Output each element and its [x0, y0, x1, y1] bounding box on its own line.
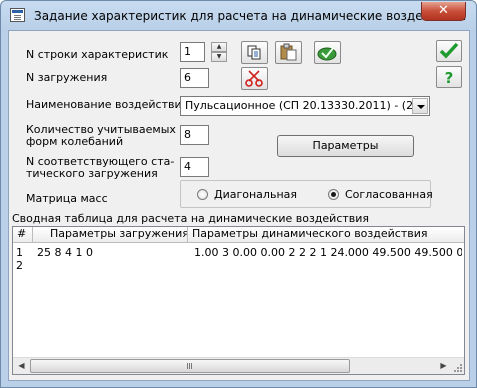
table-row[interactable]: 2 — [13, 259, 464, 272]
radio-soglasovannaya[interactable] — [328, 189, 339, 200]
column-header-load-params[interactable]: Параметры загружения — [33, 227, 188, 242]
help-icon: ? — [445, 69, 454, 87]
n-zagruzheniya-label: N загружения — [26, 71, 108, 84]
apply-button[interactable] — [314, 41, 341, 64]
copy-icon — [247, 45, 261, 60]
checkmark-icon — [439, 42, 459, 59]
paste-icon — [280, 43, 297, 61]
scroll-left-icon[interactable]: ◀ — [14, 359, 29, 373]
radio-soglasovannaya-label[interactable]: Согласованная — [345, 188, 433, 201]
n-stroki-field[interactable]: 1 — [180, 42, 205, 62]
n-sootv-field[interactable]: 4 — [180, 157, 209, 177]
horizontal-scrollbar[interactable]: ◀ ▶ — [13, 357, 464, 374]
n-stroki-spinner[interactable]: ▲ ▼ — [211, 42, 227, 62]
column-header-dynamic-params[interactable]: Параметры динамического воздействия — [188, 227, 464, 242]
dialog-window: Задание характеристик для расчета на дин… — [0, 0, 477, 388]
copy-button[interactable] — [241, 41, 268, 64]
parameters-button[interactable]: Параметры — [277, 135, 414, 157]
radio-diagonal-label[interactable]: Диагональная — [214, 188, 297, 201]
row-number: 2 — [16, 259, 23, 272]
window-title: Задание характеристик для расчета на дин… — [34, 9, 467, 23]
row-dynamic-params: 1.00 3 0.00 0.00 2 2 2 1 24.000 49.500 4… — [194, 246, 462, 259]
chevron-down-icon[interactable] — [412, 98, 428, 114]
radio-diagonal[interactable] — [197, 189, 208, 200]
close-button[interactable]: ✕ — [421, 2, 466, 21]
kolichestvo-field[interactable]: 8 — [180, 125, 209, 145]
app-window-icon — [10, 8, 25, 22]
scroll-right-icon[interactable]: ▶ — [436, 359, 451, 373]
table-header: # Параметры загружения Параметры динамич… — [13, 227, 464, 243]
table-row[interactable]: 1 25 8 4 1 0 1.00 3 0.00 0.00 2 2 2 1 24… — [13, 246, 464, 259]
resize-grip-icon[interactable] — [453, 363, 463, 373]
dialog-client-area: N строки характеристик 1 ▲ ▼ ? N загруже… — [8, 30, 470, 381]
spin-up-icon[interactable]: ▲ — [211, 42, 227, 52]
title-bar[interactable]: Задание характеристик для расчета на дин… — [1, 1, 476, 31]
naimenovanie-label: Наименование воздействия — [26, 98, 189, 111]
paste-button[interactable] — [275, 41, 302, 64]
kolichestvo-label-line2: форм колебаний — [26, 135, 124, 148]
matrix-radio-group: Диагональная Согласованная — [180, 180, 433, 208]
scissors-icon — [245, 70, 263, 87]
n-stroki-label: N строки характеристик — [26, 48, 169, 61]
svg-text:?: ? — [445, 69, 454, 87]
matrix-label: Матрица масс — [26, 192, 108, 205]
row-load-params: 25 8 4 1 0 — [37, 246, 93, 259]
naimenovanie-selected-value: Пульсационное (СП 20.13330.2011) - (25) — [185, 99, 425, 112]
apply-check-icon — [317, 46, 337, 61]
ok-button[interactable] — [436, 40, 462, 62]
column-header-number[interactable]: # — [13, 227, 33, 242]
scrollbar-thumb[interactable] — [30, 359, 350, 373]
n-zagruzheniya-field[interactable]: 6 — [180, 68, 209, 88]
row-number: 1 — [16, 246, 23, 259]
table-caption: Сводная таблица для расчета на динамичес… — [12, 212, 370, 225]
naimenovanie-select[interactable]: Пульсационное (СП 20.13330.2011) - (25) — [180, 96, 430, 116]
n-sootv-label-line2: тического загружения — [26, 167, 158, 180]
summary-table[interactable]: # Параметры загружения Параметры динамич… — [12, 226, 465, 375]
spin-down-icon[interactable]: ▼ — [211, 52, 227, 62]
delete-button[interactable] — [241, 67, 268, 90]
help-button[interactable]: ? — [436, 66, 462, 88]
